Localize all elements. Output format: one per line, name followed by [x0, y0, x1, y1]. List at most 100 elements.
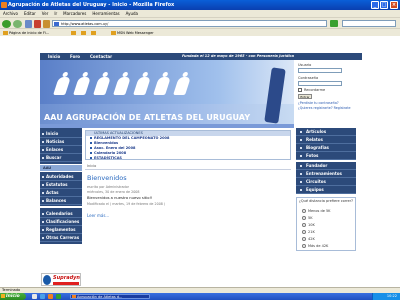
- menu-item-calendarios[interactable]: Calendarios: [40, 210, 82, 218]
- menu-item-reglamentos[interactable]: Reglamentos: [40, 226, 82, 234]
- navigation-toolbar: http://www.atletas.com.uy/: [0, 17, 400, 28]
- topnav-foro[interactable]: Foro: [70, 53, 80, 60]
- menu-item-relatos[interactable]: Relatos: [296, 136, 356, 144]
- address-url: http://www.atletas.com.uy/: [61, 22, 109, 26]
- quick-launch-icon[interactable]: [40, 294, 45, 299]
- news-link[interactable]: Calendario 2008: [89, 151, 126, 155]
- article-modified: Modificado el ( martes, 19 de febrero de…: [87, 202, 166, 206]
- forward-icon[interactable]: [13, 20, 22, 28]
- menu-item-articulos[interactable]: Artículos: [296, 128, 356, 136]
- menu-marcadores[interactable]: Marcadores: [60, 10, 89, 17]
- remember-checkbox[interactable]: [298, 88, 302, 92]
- bookmark-icon: [71, 31, 76, 35]
- password-label: Contraseña: [298, 76, 319, 80]
- bookmark-icon: [91, 31, 96, 35]
- menu-editar[interactable]: Editar: [21, 10, 39, 17]
- register-link[interactable]: ¿Quieres registrarte? Regístrate: [298, 106, 351, 110]
- back-icon[interactable]: [2, 20, 11, 28]
- poll-box: ¿Qué distancia prefiere correr? Menos de…: [296, 197, 356, 251]
- poll-option-radio[interactable]: [302, 209, 306, 213]
- page-viewport: Inicio Foro Contactar Fundada el 12 de m…: [0, 36, 400, 287]
- poll-option-radio[interactable]: [302, 237, 306, 241]
- forgot-password-link[interactable]: ¿Perdiste tu contraseña?: [298, 101, 339, 105]
- menu-item-buscar[interactable]: Buscar: [40, 154, 82, 162]
- menu-item-fundador[interactable]: Fundador: [296, 162, 356, 170]
- menu-item-fotos[interactable]: Fotos: [296, 152, 356, 160]
- article-author: escrito por Administrador: [87, 185, 129, 189]
- poll-option-radio[interactable]: [302, 223, 306, 227]
- poll-option-label: 5K: [308, 216, 313, 220]
- windows-logo-icon: [1, 294, 5, 298]
- firefox-icon[interactable]: [48, 294, 53, 299]
- sponsor-name: Supradyn: [53, 275, 80, 281]
- read-more-link[interactable]: Leer más...: [87, 213, 109, 218]
- window-title: Agrupación de Atletas del Uruguay - Inic…: [8, 2, 175, 8]
- latest-updates-box: ÚLTIMAS ACTUALIZACIONES REGLAMENTO DEL C…: [85, 130, 291, 160]
- menu-item-otras-carreras[interactable]: Otras Carreras: [40, 234, 82, 242]
- competition-menu: Calendarios Clasificaciones Reglamentos …: [40, 208, 82, 244]
- minimize-button[interactable]: _: [371, 1, 379, 9]
- article-title[interactable]: Bienvenidos: [87, 174, 127, 182]
- menu-herramientas[interactable]: Herramientas: [89, 10, 122, 17]
- poll-option-radio[interactable]: [302, 230, 306, 234]
- poll-option-label: 10K: [308, 223, 315, 227]
- start-button[interactable]: Inicio: [0, 293, 26, 300]
- article-body: Bienvenidos a nuestro nuevo sitio!!: [87, 196, 153, 200]
- reload-icon[interactable]: [25, 20, 32, 28]
- menu-item-autoridades[interactable]: Autoridades: [40, 173, 82, 181]
- menu-item-enlaces[interactable]: Enlaces: [40, 146, 82, 154]
- search-input[interactable]: [342, 20, 396, 27]
- topnav-inicio[interactable]: Inicio: [48, 53, 60, 60]
- news-link[interactable]: Asoc. Enero del 2008: [89, 146, 135, 150]
- breadcrumb: Inicio: [87, 164, 97, 168]
- main-menu: Inicio Noticias Enlaces Buscar: [40, 128, 82, 164]
- bookmarks-bar: Página de inicio de Fi... MSN Web Messen…: [0, 28, 400, 36]
- taskbar: Inicio Agrupación de Atletas d... 10:22: [0, 293, 400, 300]
- poll-option-label: 21K: [308, 230, 315, 234]
- article-date: miércoles, 30 de enero de 2008: [87, 190, 140, 194]
- address-bar[interactable]: http://www.atletas.com.uy/: [52, 20, 327, 27]
- menu-item-inicio[interactable]: Inicio: [40, 130, 82, 138]
- login-button[interactable]: Entrar: [298, 94, 312, 99]
- menu-archivo[interactable]: Archivo: [0, 10, 21, 17]
- menu-item-circuitos[interactable]: Circuitos: [296, 178, 356, 186]
- topnav-contactar[interactable]: Contactar: [90, 53, 112, 60]
- founded-tagline: Fundada el 12 de mayo de 1965 - con Pers…: [182, 54, 294, 58]
- menu-item-entrenamientos[interactable]: Entrenamientos: [296, 170, 356, 178]
- menu-item-clasificaciones[interactable]: Clasificaciones: [40, 218, 82, 226]
- poll-option-radio[interactable]: [302, 216, 306, 220]
- bayer-logo-icon: [43, 275, 51, 285]
- quick-launch-icon[interactable]: [32, 294, 37, 299]
- sponsor-stripe: [53, 282, 79, 285]
- stop-icon[interactable]: [34, 20, 41, 28]
- quick-launch-icon[interactable]: [56, 294, 61, 299]
- poll-option-radio[interactable]: [302, 244, 306, 248]
- browser-window: Agrupación de Atletas del Uruguay - Inic…: [0, 0, 400, 300]
- site-banner: AAU AGRUPACIÓN DE ATLETAS DEL URUGUAY: [40, 60, 294, 128]
- menu-item-equipos[interactable]: Equipos: [296, 186, 356, 194]
- menu-item-estatutos[interactable]: Estatutos: [40, 181, 82, 189]
- remember-label: Recordarme: [304, 88, 326, 92]
- news-link[interactable]: REGLAMENTO DEL CAMPEONATO 2008: [89, 136, 169, 140]
- news-link[interactable]: ESTADÍSTICAS: [90, 156, 122, 160]
- menu-item-balances[interactable]: Balances: [40, 197, 82, 205]
- close-button[interactable]: ×: [390, 1, 398, 9]
- home-icon[interactable]: [43, 20, 50, 28]
- password-input[interactable]: [298, 81, 342, 86]
- menu-ir[interactable]: Ir: [51, 10, 60, 17]
- username-label: Usuario: [298, 63, 312, 67]
- news-link[interactable]: Bienvenidos: [89, 141, 118, 145]
- menu-ayuda[interactable]: Ayuda: [123, 10, 141, 17]
- bookmark-icon: [3, 31, 8, 35]
- firefox-icon: [1, 2, 7, 8]
- taskbar-item-firefox[interactable]: Agrupación de Atletas d...: [70, 294, 150, 299]
- menu-item-biografias[interactable]: Biografías: [296, 144, 356, 152]
- menu-item-actas[interactable]: Actas: [40, 189, 82, 197]
- username-input[interactable]: [298, 68, 342, 73]
- menu-item-noticias[interactable]: Noticias: [40, 138, 82, 146]
- menu-ver[interactable]: Ver: [39, 10, 52, 17]
- maximize-button[interactable]: □: [380, 1, 388, 9]
- firefox-icon: [72, 295, 76, 298]
- go-icon[interactable]: [330, 20, 338, 27]
- sponsor-banner[interactable]: Supradyn: [41, 273, 81, 286]
